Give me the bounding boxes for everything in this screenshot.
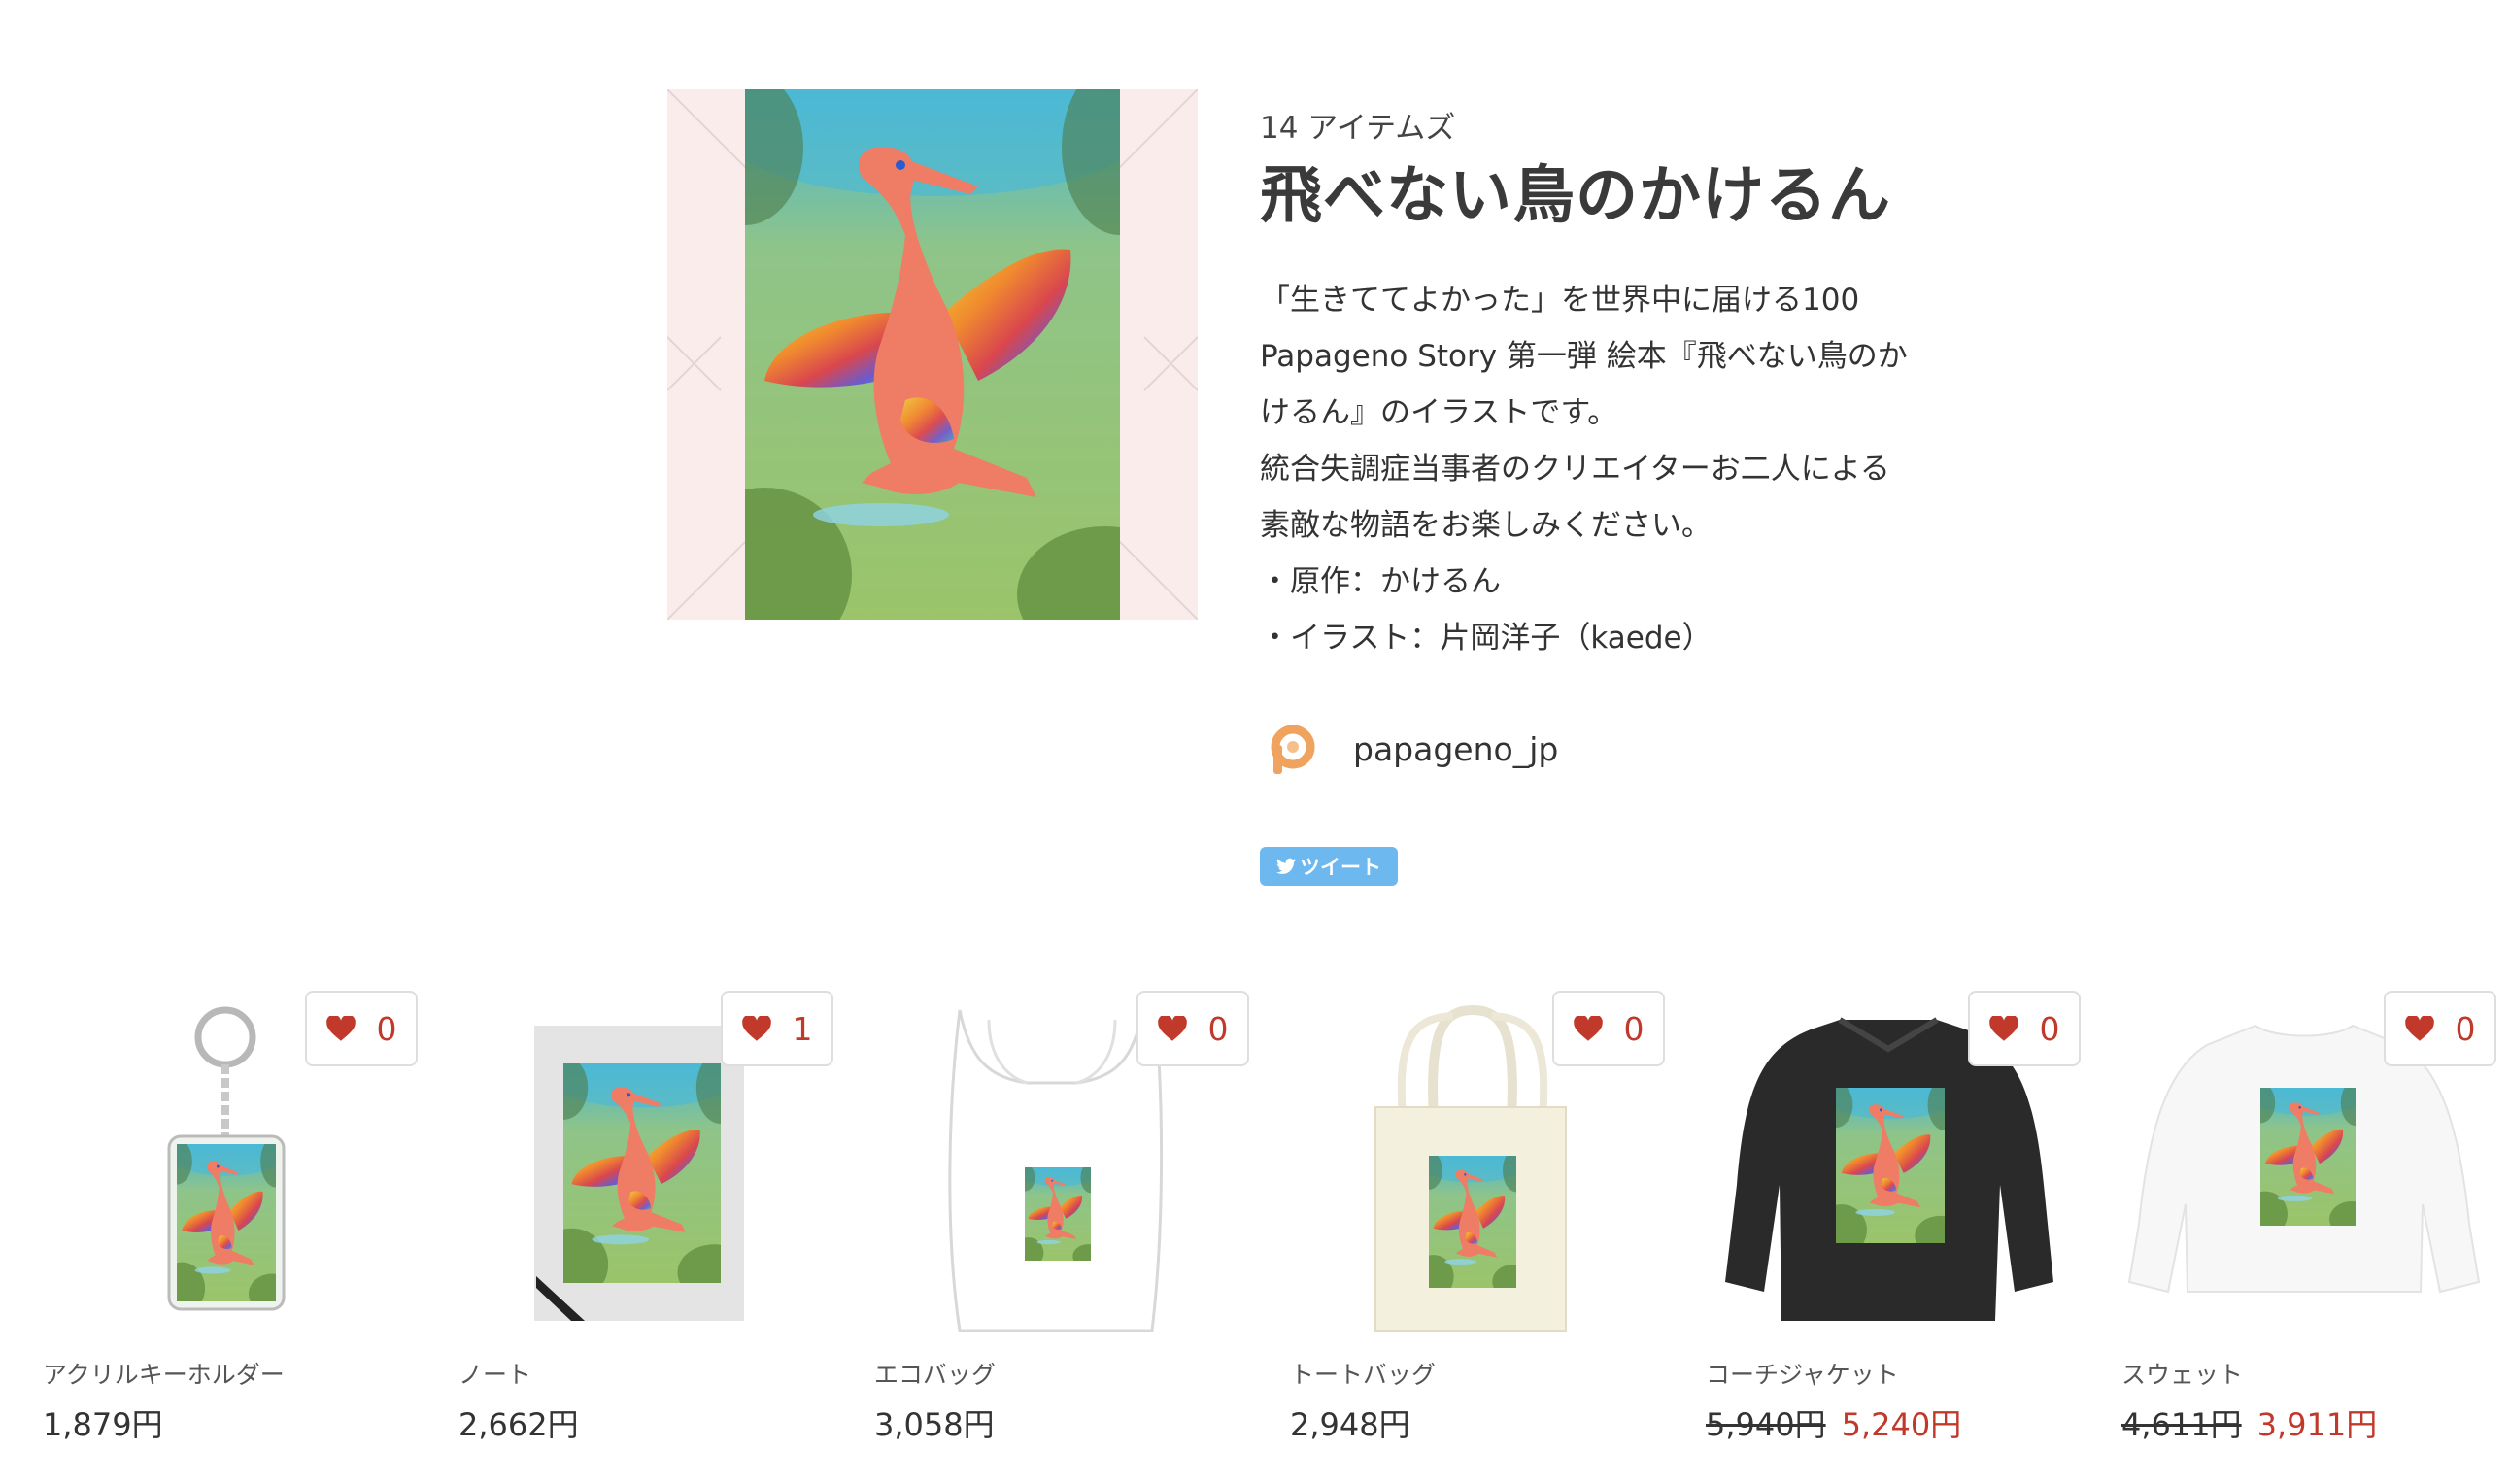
product-name: スウェット — [2121, 1361, 2244, 1389]
creator-link[interactable]: papageno_jp — [1260, 717, 1558, 781]
price-value: 2,662円 — [458, 1406, 579, 1443]
product-card[interactable]: 0 アクリルキーホルダー 1,879円 — [41, 991, 418, 1447]
original-price: 4,611円 — [2121, 1406, 2242, 1443]
favorite-button[interactable]: 0 — [305, 991, 418, 1066]
like-count: 1 — [792, 1009, 813, 1048]
heart-icon — [1573, 1015, 1603, 1041]
product-card[interactable]: 0 エコバッグ 3,058円 — [872, 991, 1249, 1447]
description-line: Papageno Story 第一弾 絵本『飛べない鳥のか — [1260, 339, 1908, 374]
tweet-label: ツイート — [1300, 856, 1381, 879]
product-price: 1,879円 — [43, 1400, 163, 1445]
product-name: エコバッグ — [874, 1361, 997, 1389]
original-price: 5,940円 — [1706, 1406, 1826, 1443]
heart-icon — [2404, 1015, 2434, 1041]
description-line: ・原作：かけるん — [1260, 564, 1501, 599]
collection-title: 飛べない鳥のかけるん — [1260, 160, 1891, 232]
description-line: ・イラスト：片岡洋子（kaede） — [1260, 621, 1713, 656]
price-value: 3,058円 — [874, 1406, 995, 1443]
favorite-button[interactable]: 0 — [1136, 991, 1249, 1066]
product-card[interactable]: 0 コーチジャケット 5,940円 5,240円 — [1704, 991, 2081, 1447]
favorite-button[interactable]: 0 — [1552, 991, 1665, 1066]
description-line: 素敵な物語をお楽しみください。 — [1260, 508, 1712, 543]
product-price: 2,948円 — [1290, 1400, 1410, 1445]
product-price: 2,662円 — [458, 1400, 579, 1445]
price-value: 1,879円 — [43, 1406, 163, 1443]
description-line: 統合失調症当事者のクリエイターお二人による — [1260, 452, 1890, 487]
collection-description: 「生きててよかった」を世界中に届ける100 Papageno Story 第一弾… — [1260, 272, 1940, 666]
product-name: トートバッグ — [1290, 1361, 1437, 1389]
price-value: 2,948円 — [1290, 1406, 1410, 1443]
heart-icon — [1157, 1015, 1187, 1041]
product-name: ノート — [458, 1361, 532, 1389]
heart-icon — [741, 1015, 771, 1041]
favorite-button[interactable]: 0 — [1968, 991, 2081, 1066]
avatar — [1260, 717, 1324, 781]
item-count: 14 アイテムズ — [1260, 111, 1456, 146]
product-card[interactable]: 0 スウェット 4,611円 3,911円 — [2120, 991, 2496, 1447]
like-count: 0 — [2039, 1009, 2060, 1048]
product-name: アクリルキーホルダー — [43, 1361, 285, 1389]
heart-icon — [1988, 1015, 2018, 1041]
product-price: 5,940円 5,240円 — [1706, 1400, 1961, 1445]
sale-price: 5,240円 — [1841, 1406, 1962, 1443]
sale-price: 3,911円 — [2256, 1406, 2378, 1443]
heart-icon — [325, 1015, 356, 1041]
kakerun-bird-illustration — [745, 89, 1120, 620]
collection-artwork[interactable] — [667, 89, 1198, 620]
description-line: 「生きててよかった」を世界中に届ける100 — [1260, 283, 1860, 318]
twitter-bird-icon — [1276, 858, 1296, 874]
product-price: 4,611円 3,911円 — [2121, 1400, 2377, 1445]
like-count: 0 — [1207, 1009, 1229, 1048]
favorite-button[interactable]: 0 — [2384, 991, 2496, 1066]
favorite-button[interactable]: 1 — [721, 991, 833, 1066]
papageno-logo-icon — [1271, 725, 1315, 774]
creator-name: papageno_jp — [1353, 729, 1559, 768]
like-count: 0 — [376, 1009, 397, 1048]
like-count: 0 — [1623, 1009, 1645, 1048]
product-price: 3,058円 — [874, 1400, 995, 1445]
tweet-button[interactable]: ツイート — [1260, 847, 1398, 886]
like-count: 0 — [2455, 1009, 2476, 1048]
product-card[interactable]: 0 トートバッグ 2,948円 — [1288, 991, 1665, 1447]
product-name: コーチジャケット — [1706, 1361, 1899, 1389]
description-line: けるん』のイラストです。 — [1260, 395, 1618, 430]
product-card[interactable]: 1 ノート 2,662円 — [457, 991, 833, 1447]
